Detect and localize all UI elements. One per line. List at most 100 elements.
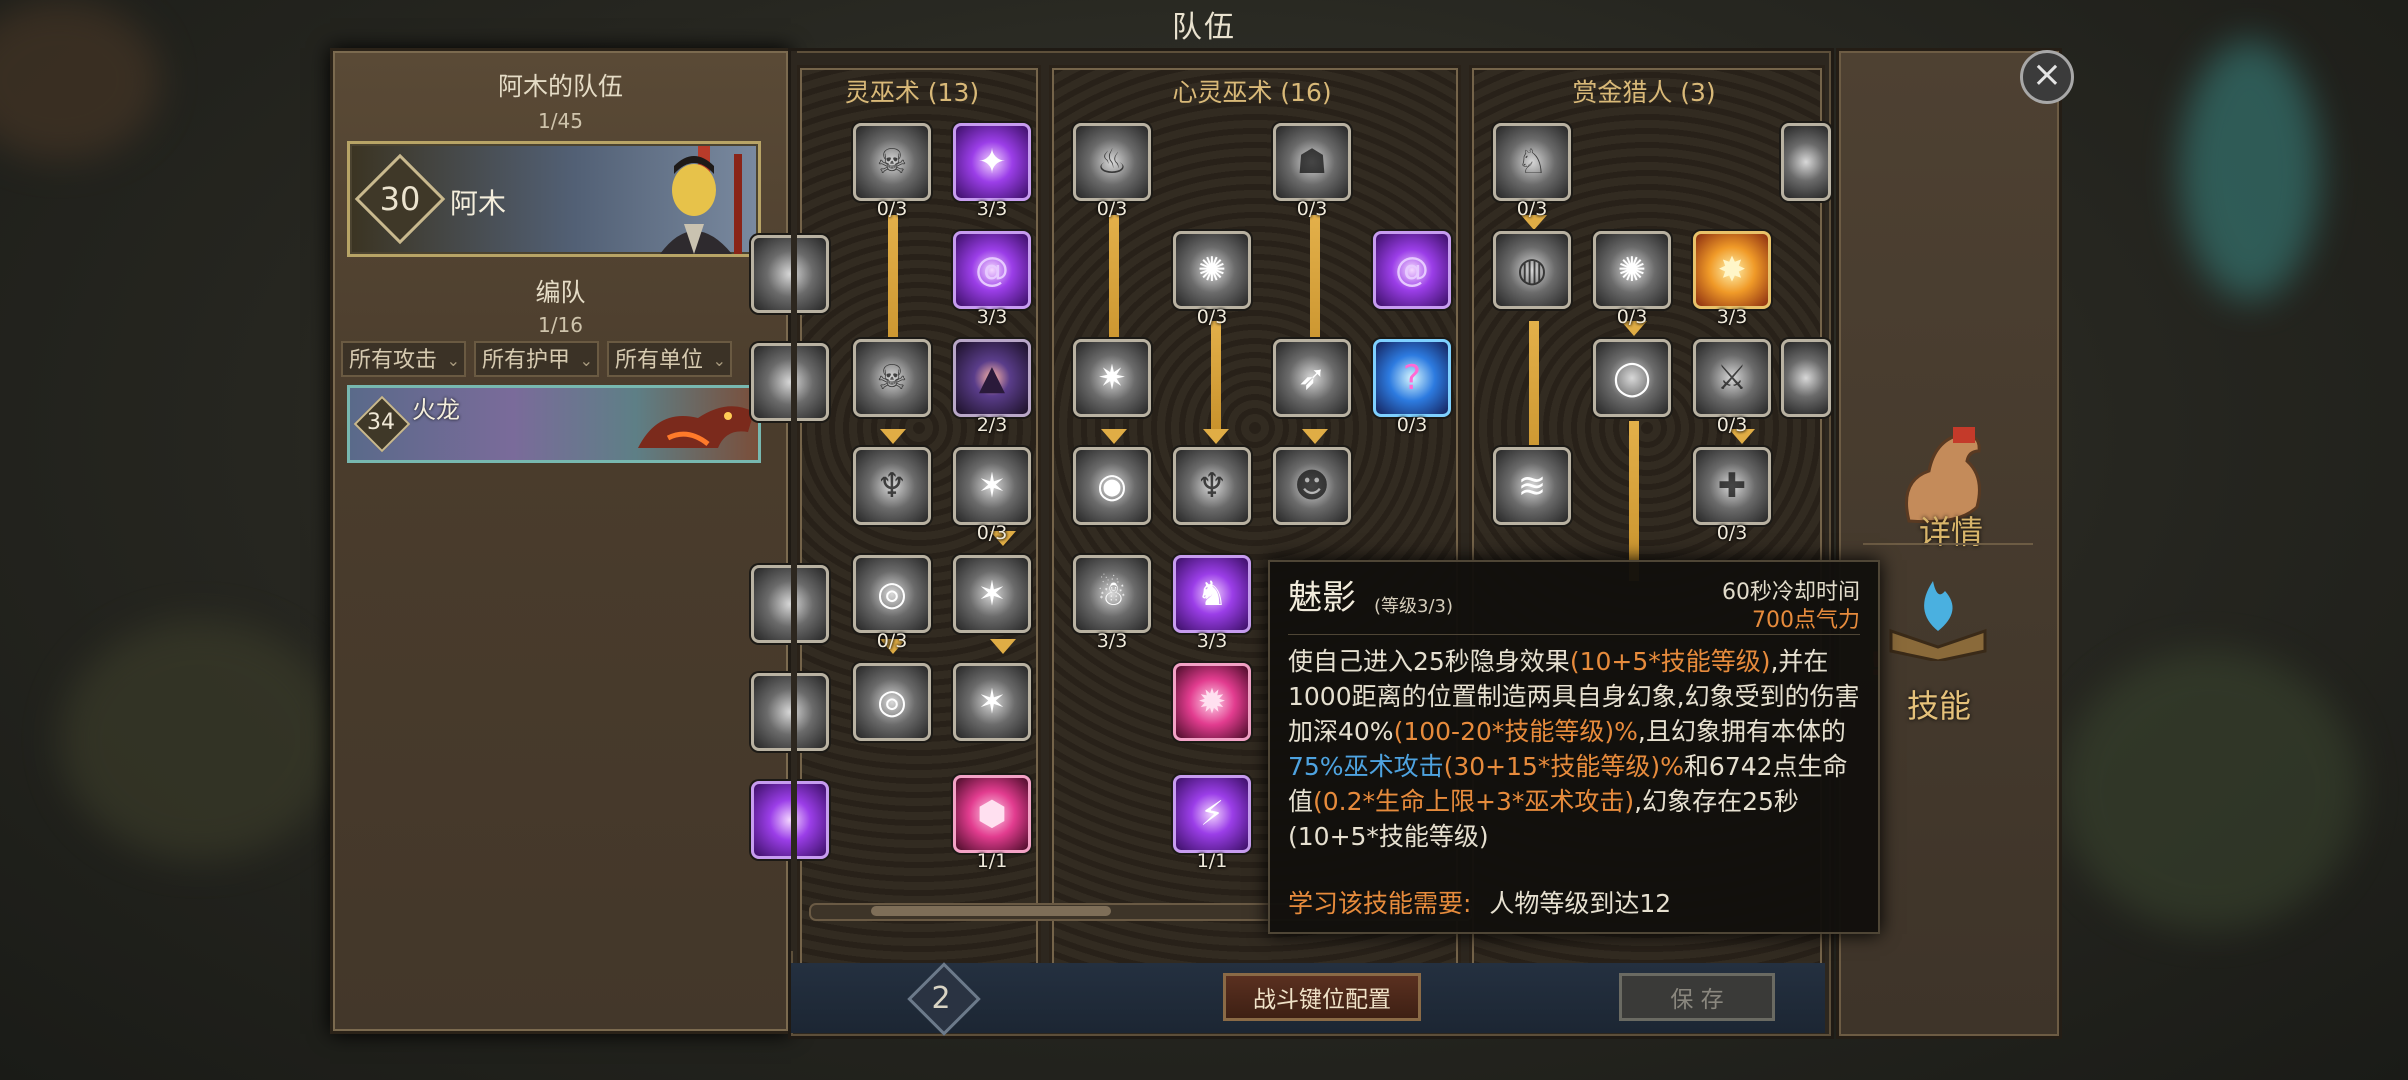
close-icon: × [2031, 54, 2063, 95]
skill-icon-wind[interactable]: ≋ [1493, 447, 1571, 525]
background-blur [2060, 650, 2360, 930]
skill-level: 1/1 [1196, 850, 1228, 872]
unit-name: 火龙 [412, 396, 460, 424]
tab-skills[interactable]: ! 技能 [1869, 561, 2039, 725]
tooltip-description: 使自己进入25秒隐身效果(10+5*技能等级),并在1000距离的位置制造两具自… [1288, 647, 1860, 851]
skill-icon-partial[interactable] [751, 343, 829, 421]
keybind-config-button[interactable]: 战斗键位配置 [1223, 973, 1421, 1021]
column-title: 心灵巫术 (16) [1172, 78, 1332, 107]
skill-icon-spark-2[interactable]: ✶ [953, 555, 1031, 633]
skill-icon-flash[interactable]: ✺ 0/3 [1173, 231, 1251, 328]
skill-icon-orb-2[interactable]: ◎ [853, 663, 931, 741]
connector-arrow [880, 429, 906, 444]
skill-icon-orb[interactable]: ◎ 0/3 [853, 555, 931, 652]
connector-arrow [1101, 429, 1127, 444]
skill-icon-slash[interactable]: ⚡ 1/1 [1173, 775, 1251, 872]
connector [1211, 321, 1221, 431]
skill-icon-mystery[interactable]: ? 0/3 [1373, 339, 1451, 436]
skill-icon-smoke[interactable]: ♨ 0/3 [1073, 123, 1151, 220]
tab-divider [1863, 543, 2033, 545]
team-panel: 阿木的队伍 1/45 30 阿木 编队 1/16 所有攻击 ⌄ 所有护甲 ⌄ 所有单… [330, 48, 791, 1034]
column-title: 灵巫术 (13) [844, 78, 980, 107]
chevron-down-icon: ⌄ [579, 351, 593, 370]
skill-icon-phantom[interactable]: ♞ 3/3 [1173, 555, 1251, 652]
skill-icon-vortex[interactable]: @3/3 [953, 231, 1031, 328]
skill-level: 1/1 [976, 850, 1008, 872]
skill-icon-swirl[interactable]: ◉ [1073, 447, 1151, 525]
skill-level: 3/3 [1096, 630, 1128, 652]
tooltip-skill-level: (等级3/3) [1374, 596, 1454, 617]
tooltip-requirement: 学习该技能需要: 人物等级到达12 [1288, 884, 1671, 920]
connector-arrow [1302, 429, 1328, 444]
skill-icon-partial[interactable] [1781, 339, 1831, 417]
skill-icon-burst[interactable]: ✦ 3/3 [953, 123, 1031, 220]
skill-icon-partial[interactable] [751, 673, 829, 751]
skill-level: 0/3 [1196, 306, 1228, 328]
skill-icon-crystal[interactable]: ⬢ 1/1 [953, 775, 1031, 872]
hero-card[interactable]: 30 阿木 [347, 141, 761, 257]
unit-card[interactable]: 34 火龙 [347, 385, 761, 463]
skill-icon-partial[interactable] [751, 781, 829, 859]
armor-filter-select[interactable]: 所有护甲 ⌄ [474, 341, 599, 377]
skill-level: 3/3 [976, 198, 1008, 220]
skill-icon-vortex-2[interactable]: @ [1373, 231, 1451, 309]
close-button[interactable]: × [2020, 50, 2074, 104]
tab-details[interactable]: 详情 [1869, 421, 2039, 571]
skill-icon-partial[interactable] [751, 235, 829, 313]
skill-icon-beam[interactable]: ➶ [1273, 339, 1351, 417]
unit-filter-label: 所有单位 [615, 348, 704, 373]
skill-level: 0/3 [1616, 306, 1648, 328]
skill-icon-thorns[interactable]: ✹ [1173, 663, 1251, 741]
bottom-bar: 2 战斗键位配置 保 存 [791, 962, 1825, 1036]
skill-icon-ghost[interactable]: ☃ 3/3 [1073, 555, 1151, 652]
connector-arrow [1203, 429, 1229, 444]
skill-level: 0/3 [876, 198, 908, 220]
unit-filter-select[interactable]: 所有单位 ⌄ [607, 341, 732, 377]
requirement-value: 人物等级到达12 [1489, 889, 1672, 918]
clip-edge [791, 51, 797, 951]
skill-icon-fury[interactable]: ✸ 3/3 [1693, 231, 1771, 328]
skill-icon-swords[interactable]: ⚔ 0/3 [1693, 339, 1771, 436]
skill-level: 0/3 [1096, 198, 1128, 220]
skill-icon-beast-2[interactable]: ☠ [853, 339, 931, 417]
skill-icon-target[interactable]: ◍ [1493, 231, 1571, 309]
hero-name: 阿木 [450, 187, 507, 220]
skill-level: 0/3 [1516, 198, 1548, 220]
skill-icon-shatter[interactable]: ✷ [1073, 339, 1151, 417]
details-tab-label: 详情 [1919, 513, 1984, 551]
skill-icon-partial[interactable] [751, 565, 829, 643]
team-count: 1/45 [538, 109, 583, 133]
skill-icon-demon[interactable]: ♆ [853, 447, 931, 525]
skill-level: 3/3 [1716, 306, 1748, 328]
hero-level: 30 [379, 180, 421, 218]
tooltip-skill-name: 魅影 [1288, 578, 1356, 618]
skill-icon-grin[interactable]: ☻ [1273, 447, 1351, 525]
formation-count: 1/16 [538, 313, 583, 337]
skill-level: 0/3 [1396, 414, 1428, 436]
skill-icon-rider[interactable]: ♘ 0/3 [1493, 123, 1571, 220]
save-button[interactable]: 保 存 [1619, 973, 1775, 1021]
skill-icon-spark[interactable]: ✶ 0/3 [953, 447, 1031, 544]
skill-tooltip: 魅影 (等级3/3) 60秒冷却时间 700点气力 使自己进入25秒隐身效果(1… [1268, 560, 1880, 934]
hero-portrait [660, 146, 742, 254]
skill-icon-partial[interactable] [1781, 123, 1831, 201]
skill-icon-demon-2[interactable]: ♆ [1173, 447, 1251, 525]
skill-icon-hooded[interactable]: ▲ 2/3 [953, 339, 1031, 436]
skill-icon-spark-3[interactable]: ✶ [953, 663, 1031, 741]
scrollbar-thumb[interactable] [871, 906, 1111, 916]
unit-level: 34 [367, 410, 395, 435]
skill-icon-mask[interactable]: ☗ 0/3 [1273, 123, 1351, 220]
skill-level: 2/3 [976, 414, 1008, 436]
connector [1629, 421, 1639, 581]
attack-filter-select[interactable]: 所有攻击 ⌄ [341, 341, 466, 377]
page-number: 2 [931, 981, 951, 1016]
formation-title: 编队 [535, 278, 586, 307]
skill-icon-disc[interactable]: ◯ [1593, 339, 1671, 417]
column-title: 赏金猎人 (3) [1572, 78, 1716, 107]
skill-level: 0/3 [1296, 198, 1328, 220]
team-title: 阿木的队伍 [497, 72, 623, 101]
skill-icon-light[interactable]: ✺ 0/3 [1593, 231, 1671, 328]
skill-level: 3/3 [976, 306, 1008, 328]
skill-icon-beast[interactable]: ☠ 0/3 [853, 123, 931, 220]
skill-icon-blade[interactable]: ✚ 0/3 [1693, 447, 1771, 544]
